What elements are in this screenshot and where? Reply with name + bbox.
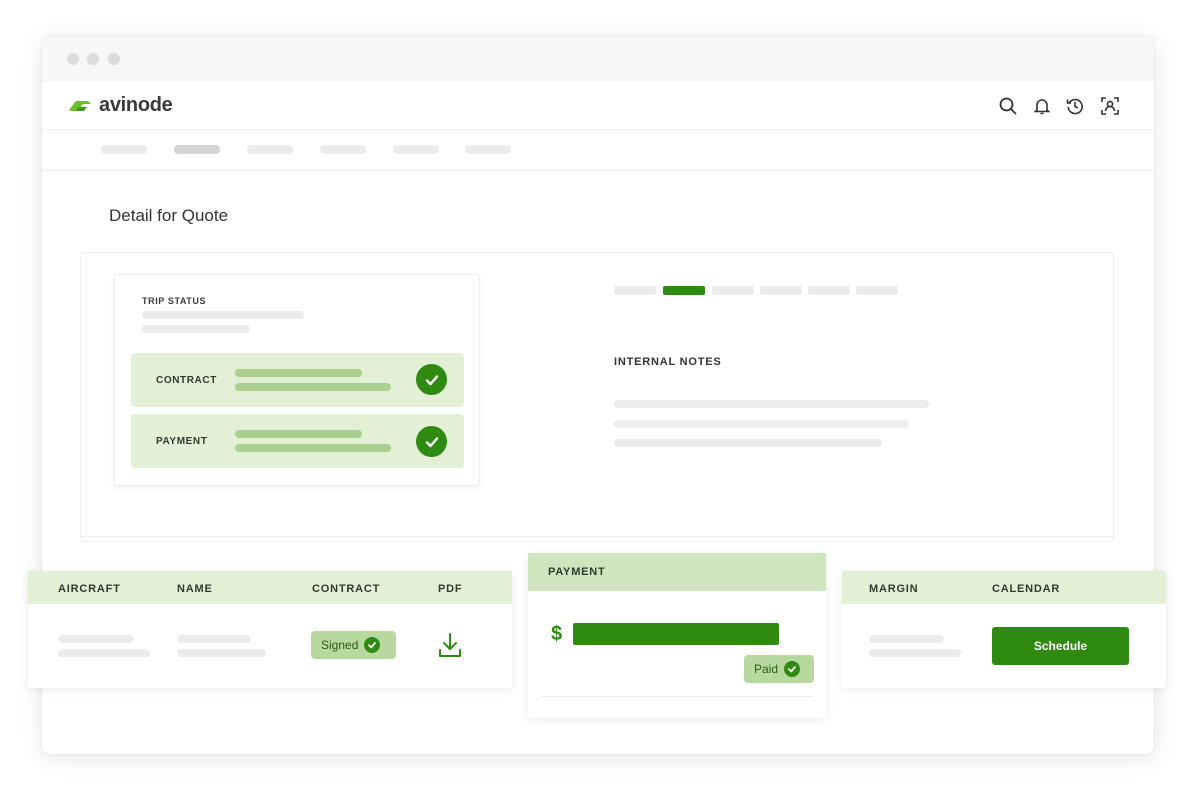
logo-text: avinode [99, 94, 173, 116]
aircraft-table-header: AIRCRAFT NAME CONTRACT PDF [28, 571, 512, 604]
aircraft-placeholder [58, 635, 134, 643]
download-pdf-icon[interactable] [437, 631, 463, 659]
trip-status-label: TRIP STATUS [142, 296, 207, 306]
aircraft-table-card: AIRCRAFT NAME CONTRACT PDF Signed [28, 571, 512, 688]
nav-item[interactable] [247, 145, 293, 154]
placeholder-line [235, 383, 391, 391]
margin-calendar-header: MARGIN CALENDAR [842, 571, 1166, 604]
payment-card-header: PAYMENT [528, 553, 826, 591]
payment-divider [542, 696, 812, 697]
app-header: avinode [42, 82, 1154, 130]
window-titlebar [42, 36, 1154, 82]
step-indicator[interactable] [808, 286, 850, 295]
placeholder-line [142, 325, 250, 333]
contract-signed-badge[interactable]: Signed [311, 631, 396, 659]
payment-status-text: Paid [754, 662, 779, 676]
placeholder-line [142, 311, 304, 319]
step-indicator[interactable] [712, 286, 754, 295]
notes-placeholder-line [614, 400, 929, 408]
check-icon [416, 364, 447, 395]
placeholder-line [235, 430, 362, 438]
payment-card-title: PAYMENT [548, 566, 606, 578]
step-indicator[interactable] [614, 286, 656, 295]
window-close-dot[interactable] [67, 53, 79, 65]
column-header-margin: MARGIN [869, 583, 919, 595]
payment-status-label: PAYMENT [156, 436, 208, 447]
profile-scan-icon[interactable] [1098, 94, 1122, 118]
column-header-pdf: PDF [438, 583, 463, 595]
aircraft-placeholder [58, 649, 150, 657]
currency-symbol: $ [551, 623, 563, 645]
nav-item[interactable] [101, 145, 147, 154]
column-header-contract: CONTRACT [312, 583, 381, 595]
nav-item[interactable] [320, 145, 366, 154]
step-indicator[interactable] [856, 286, 898, 295]
payment-amount-bar [573, 623, 779, 645]
payment-paid-badge[interactable]: Paid [744, 655, 814, 683]
payment-card: PAYMENT $ Paid [528, 553, 826, 718]
notes-placeholder-line [614, 420, 909, 428]
schedule-button[interactable]: Schedule [992, 627, 1129, 665]
trip-status-card: TRIP STATUS CONTRACT PAYMENT [114, 274, 480, 486]
payment-status-row[interactable]: PAYMENT [131, 414, 464, 468]
main-nav [42, 131, 1154, 171]
name-placeholder [177, 635, 251, 643]
step-indicator-active[interactable] [663, 286, 705, 295]
margin-calendar-card: MARGIN CALENDAR Schedule [842, 571, 1166, 688]
app-logo[interactable]: avinode [67, 94, 173, 117]
check-icon [364, 637, 381, 653]
margin-placeholder [869, 649, 961, 657]
step-indicator[interactable] [760, 286, 802, 295]
column-header-name: NAME [177, 583, 213, 595]
notes-placeholder-line [614, 439, 882, 447]
window-minimize-dot[interactable] [87, 53, 99, 65]
margin-placeholder [869, 635, 944, 643]
contract-status-text: Signed [321, 638, 359, 652]
history-icon[interactable] [1063, 94, 1087, 118]
avinode-logo-icon [69, 100, 91, 111]
contract-status-row[interactable]: CONTRACT [131, 353, 464, 407]
page-title: Detail for Quote [109, 206, 229, 225]
nav-item[interactable] [465, 145, 511, 154]
internal-notes-title: INTERNAL NOTES [614, 356, 722, 368]
check-icon [784, 661, 801, 677]
panel-divider [80, 536, 1114, 537]
bell-icon[interactable] [1030, 94, 1054, 118]
nav-item-active[interactable] [174, 145, 220, 154]
window-maximize-dot[interactable] [108, 53, 120, 65]
name-placeholder [177, 649, 266, 657]
check-icon [416, 426, 447, 457]
placeholder-line [235, 369, 362, 377]
placeholder-line [235, 444, 391, 452]
column-header-aircraft: AIRCRAFT [58, 583, 121, 595]
column-header-calendar: CALENDAR [992, 583, 1061, 595]
contract-status-label: CONTRACT [156, 375, 217, 386]
search-icon[interactable] [996, 94, 1020, 118]
nav-item[interactable] [393, 145, 439, 154]
